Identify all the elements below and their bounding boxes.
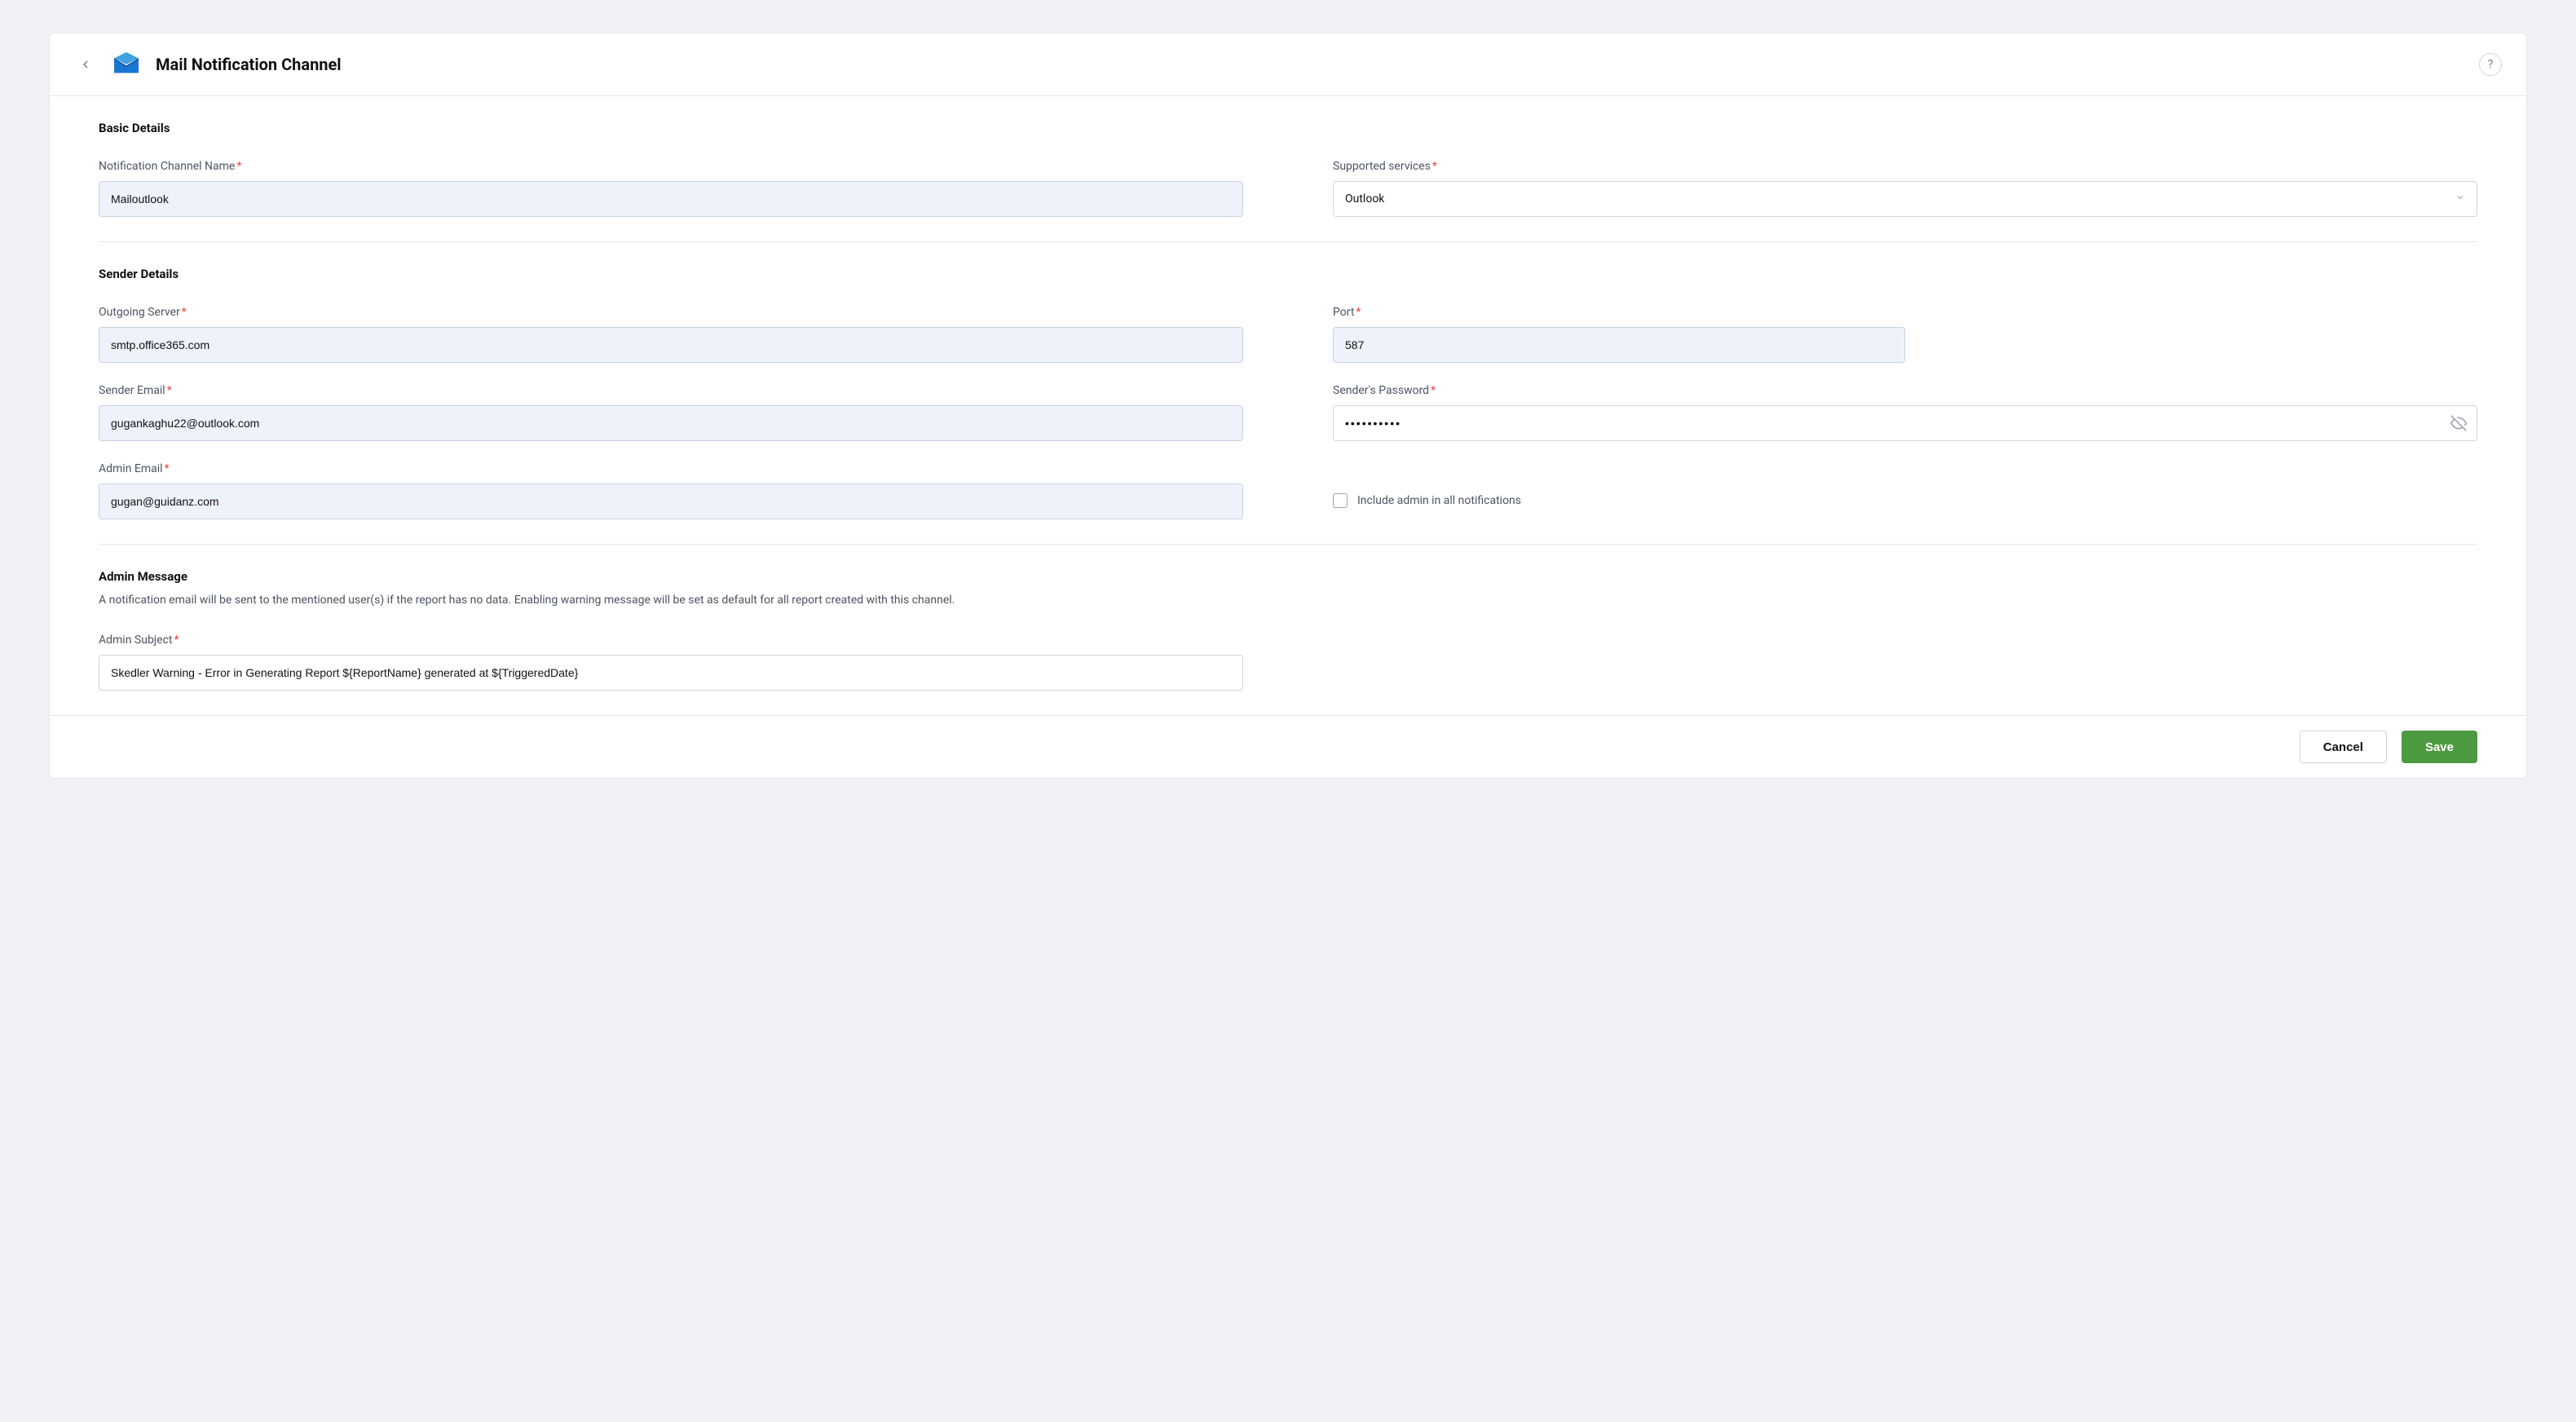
include-admin-label: Include admin in all notifications — [1357, 494, 1521, 507]
save-button[interactable]: Save — [2402, 731, 2477, 763]
mail-icon — [112, 50, 141, 79]
supported-services-label: Supported services* — [1333, 160, 2477, 173]
eye-off-icon — [2450, 415, 2467, 431]
section-divider — [99, 544, 2477, 545]
required-asterisk: * — [236, 160, 241, 173]
include-admin-field: Include admin in all notifications — [1333, 462, 2477, 519]
sender-email-field: Sender Email* — [99, 384, 1243, 441]
back-button[interactable] — [74, 53, 97, 76]
select-value: Outlook — [1345, 192, 1384, 205]
sender-email-input[interactable] — [99, 405, 1243, 441]
required-asterisk: * — [1432, 160, 1437, 173]
port-label: Port* — [1333, 306, 2477, 319]
card-footer: Cancel Save — [50, 715, 2526, 778]
label-text: Sender Email — [99, 384, 165, 397]
chevron-down-icon — [2455, 192, 2465, 205]
required-asterisk: * — [167, 384, 172, 397]
card-header: Mail Notification Channel ? — [50, 33, 2526, 96]
section-divider — [99, 241, 2477, 242]
cancel-button[interactable]: Cancel — [2300, 731, 2387, 763]
sender-password-label: Sender's Password* — [1333, 384, 2477, 397]
admin-subject-label: Admin Subject* — [99, 634, 1243, 647]
channel-name-label: Notification Channel Name* — [99, 160, 1243, 173]
required-asterisk: * — [174, 634, 179, 647]
basic-details-title: Basic Details — [99, 121, 2477, 135]
sender-details-title: Sender Details — [99, 267, 2477, 281]
required-asterisk: * — [1356, 306, 1361, 319]
port-field: Port* — [1333, 306, 2477, 363]
page-title: Mail Notification Channel — [156, 55, 342, 74]
required-asterisk: * — [165, 462, 170, 475]
admin-subject-field: Admin Subject* — [99, 634, 1288, 691]
port-input[interactable] — [1333, 327, 1905, 363]
channel-name-input[interactable] — [99, 181, 1243, 217]
admin-message-title: Admin Message — [99, 569, 2477, 584]
supported-services-select[interactable]: Outlook — [1333, 181, 2477, 217]
outgoing-server-label: Outgoing Server* — [99, 306, 1243, 319]
label-text: Port — [1333, 306, 1354, 319]
sender-password-field: Sender's Password* — [1333, 384, 2477, 441]
label-text: Notification Channel Name — [99, 160, 235, 173]
password-wrapper — [1333, 405, 2477, 441]
outgoing-server-input[interactable] — [99, 327, 1243, 363]
label-text: Admin Subject — [99, 634, 173, 647]
sender-password-input[interactable] — [1345, 417, 2450, 430]
label-text: Outgoing Server — [99, 306, 180, 319]
label-text: Sender's Password — [1333, 384, 1429, 397]
admin-email-field: Admin Email* — [99, 462, 1243, 519]
admin-email-input[interactable] — [99, 484, 1243, 519]
include-admin-checkbox[interactable] — [1333, 493, 1348, 508]
admin-email-label: Admin Email* — [99, 462, 1243, 475]
help-button[interactable]: ? — [2479, 53, 2502, 76]
chevron-left-icon — [79, 58, 92, 71]
toggle-password-visibility[interactable] — [2450, 415, 2467, 431]
supported-services-field: Supported services* Outlook — [1333, 160, 2477, 217]
label-text: Supported services — [1333, 160, 1431, 173]
admin-message-description: A notification email will be sent to the… — [99, 592, 2477, 609]
config-card: Mail Notification Channel ? Basic Detail… — [49, 33, 2527, 779]
card-body[interactable]: Basic Details Notification Channel Name*… — [50, 96, 2526, 715]
admin-subject-input[interactable] — [99, 655, 1243, 691]
outgoing-server-field: Outgoing Server* — [99, 306, 1243, 363]
label-text: Admin Email — [99, 462, 163, 475]
required-asterisk: * — [1431, 384, 1436, 397]
required-asterisk: * — [182, 306, 187, 319]
channel-name-field: Notification Channel Name* — [99, 160, 1243, 217]
sender-email-label: Sender Email* — [99, 384, 1243, 397]
